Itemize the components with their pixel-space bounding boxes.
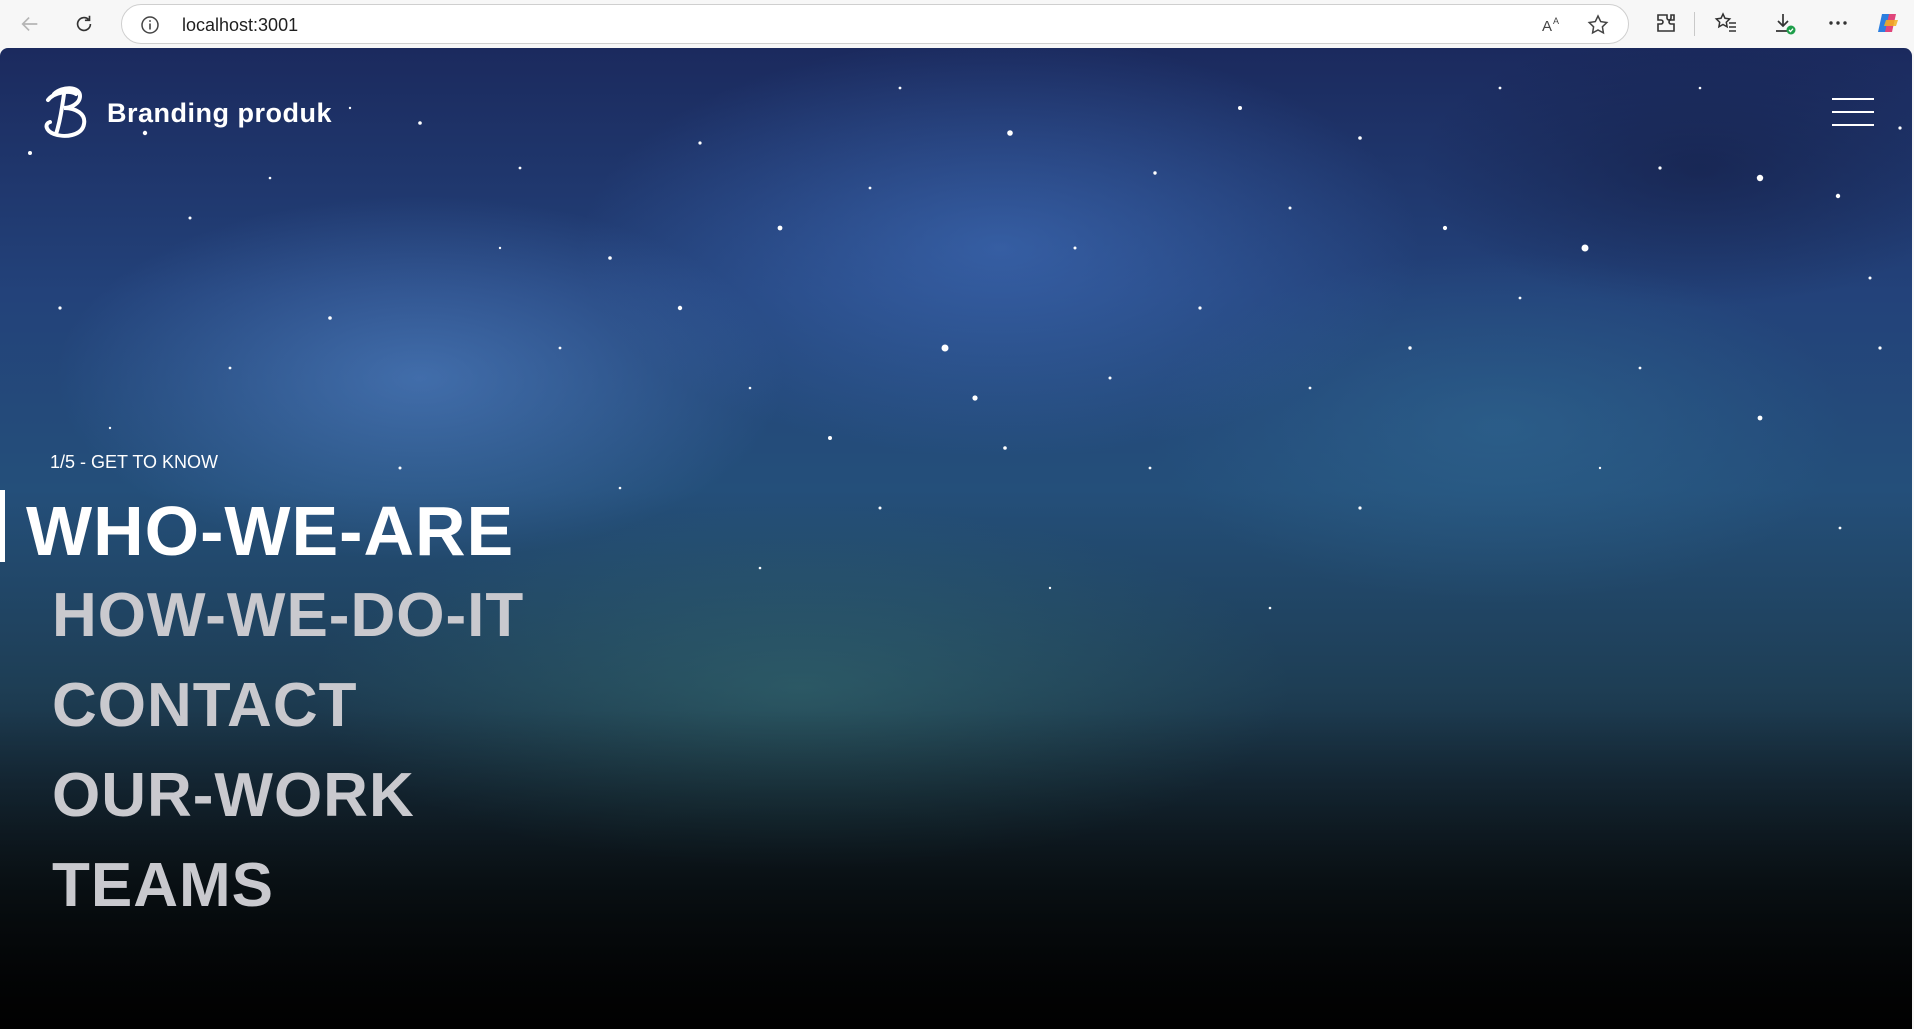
svg-text:A: A (1553, 16, 1559, 26)
toolbar-separator (1694, 12, 1695, 36)
menu-item-our-work[interactable]: OUR-WORK (52, 765, 415, 827)
menu-item-who-we-are[interactable]: WHO-WE-ARE (26, 496, 514, 566)
menu-item-contact[interactable]: CONTACT (52, 675, 357, 737)
hamburger-line (1832, 124, 1874, 126)
copilot-icon[interactable] (1876, 11, 1900, 35)
section-step-label: 1/5 - GET TO KNOW (50, 452, 219, 472)
menu-item-teams[interactable]: TEAMS (52, 855, 274, 917)
brand-logo-icon[interactable] (40, 84, 92, 140)
hamburger-menu-button[interactable] (1832, 98, 1874, 126)
menu-item-how-we-do-it[interactable]: HOW-WE-DO-IT (52, 585, 524, 647)
back-button[interactable] (14, 8, 46, 40)
downloads-icon[interactable] (1772, 11, 1796, 35)
url-text[interactable]: localhost:3001 (182, 15, 298, 36)
refresh-button[interactable] (68, 8, 100, 40)
more-icon[interactable] (1826, 11, 1850, 35)
info-icon[interactable] (140, 15, 160, 35)
refresh-icon (76, 15, 92, 32)
extensions-icon[interactable] (1654, 11, 1678, 35)
brand-name[interactable]: Branding produk (107, 98, 332, 129)
hamburger-line (1832, 111, 1874, 113)
back-icon (21, 16, 38, 32)
hero-section: Branding produk 1/5 - GET TO KNOW WHO-WE… (0, 48, 1912, 1029)
svg-text:A: A (1542, 18, 1552, 35)
favorite-star-icon[interactable] (1587, 14, 1609, 36)
address-bar[interactable]: localhost:3001 AA (121, 4, 1629, 44)
hamburger-line (1832, 98, 1874, 100)
bottom-shade (0, 709, 1912, 1029)
active-section-indicator (0, 490, 5, 562)
browser-toolbar: localhost:3001 AA (0, 0, 1914, 48)
favorites-icon[interactable] (1714, 11, 1738, 35)
read-aloud-icon[interactable]: AA (1540, 14, 1562, 36)
